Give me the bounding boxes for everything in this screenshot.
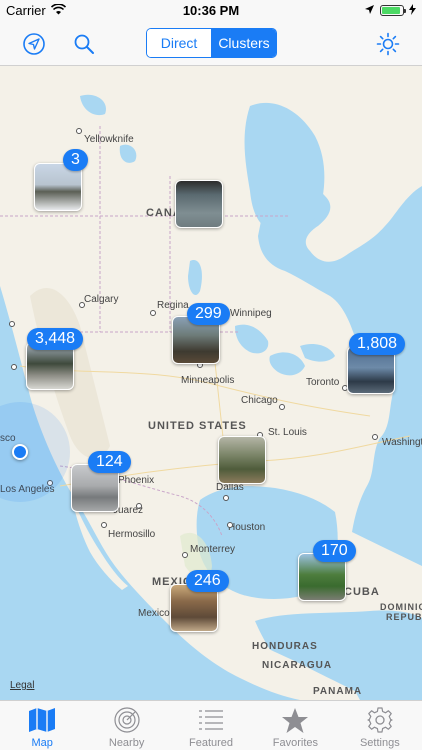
segment-direct[interactable]: Direct bbox=[147, 29, 211, 57]
user-location-dot[interactable] bbox=[12, 444, 28, 460]
city-label-regina: Regina bbox=[157, 300, 189, 311]
city-label-chicago: Chicago bbox=[241, 395, 278, 406]
city-label-mexico-city: Mexico bbox=[138, 608, 170, 619]
tab-bar: Map Nearby Featured Favorites Settings bbox=[0, 700, 422, 750]
gear-icon bbox=[366, 706, 394, 734]
city-dot bbox=[223, 495, 229, 501]
cluster-count-badge[interactable]: 3 bbox=[63, 149, 88, 171]
map-label-nicaragua: NICARAGUA bbox=[262, 660, 333, 671]
map-label-united-states: UNITED STATES bbox=[148, 420, 247, 432]
city-label-phoenix: Phoenix bbox=[118, 475, 155, 486]
city-label-st-louis: St. Louis bbox=[268, 427, 307, 438]
cluster-count-badge[interactable]: 246 bbox=[186, 570, 229, 592]
view-mode-segmented-control: Direct Clusters bbox=[146, 28, 277, 58]
city-label-houston: Houston bbox=[228, 522, 266, 533]
city-label-hermosillo: Hermosillo bbox=[108, 529, 156, 540]
cluster-count-badge[interactable]: 1,808 bbox=[349, 333, 406, 355]
map-view[interactable]: CANADA UNITED STATES MEXICO CUBA DOMINIC… bbox=[0, 66, 422, 700]
city-dot bbox=[279, 404, 285, 410]
webcam-thumbnail[interactable] bbox=[175, 180, 223, 228]
city-label-washington: Washington bbox=[382, 437, 422, 448]
map-label-republic: REPUB bbox=[386, 612, 422, 622]
city-label-winnipeg: Winnipeg bbox=[230, 308, 272, 319]
tab-nearby[interactable]: Nearby bbox=[84, 701, 168, 750]
map-icon bbox=[28, 706, 56, 734]
city-dot bbox=[101, 522, 107, 528]
cluster-count-badge[interactable]: 3,448 bbox=[27, 328, 84, 350]
tab-label: Nearby bbox=[108, 737, 145, 749]
city-label-minneapolis: Minneapolis bbox=[181, 375, 235, 386]
location-arrow-icon bbox=[364, 3, 375, 18]
segment-clusters[interactable]: Clusters bbox=[211, 29, 276, 57]
tab-favorites[interactable]: Favorites bbox=[253, 701, 337, 750]
nav-bar: Direct Clusters bbox=[0, 22, 422, 66]
list-icon bbox=[197, 706, 225, 734]
tab-label: Settings bbox=[359, 737, 400, 749]
status-right bbox=[364, 3, 416, 18]
tab-label: Featured bbox=[189, 737, 234, 749]
map-legal-link[interactable]: Legal bbox=[10, 680, 34, 691]
tab-featured[interactable]: Featured bbox=[169, 701, 253, 750]
city-dot bbox=[150, 310, 156, 316]
city-dot bbox=[11, 364, 17, 370]
battery-icon bbox=[380, 5, 406, 16]
search-icon[interactable] bbox=[72, 32, 96, 56]
city-label-calgary: Calgary bbox=[84, 294, 119, 305]
city-label-toronto: Toronto bbox=[306, 377, 340, 388]
brightness-icon[interactable] bbox=[376, 32, 400, 56]
status-time: 10:36 PM bbox=[182, 3, 240, 18]
locate-me-icon[interactable] bbox=[22, 32, 46, 56]
city-dot bbox=[182, 552, 188, 558]
tab-map[interactable]: Map bbox=[0, 701, 84, 750]
city-label-monterrey: Monterrey bbox=[190, 544, 236, 555]
city-dot bbox=[372, 434, 378, 440]
cluster-count-badge[interactable]: 170 bbox=[313, 540, 356, 562]
charging-icon bbox=[409, 3, 416, 18]
cluster-count-badge[interactable]: 124 bbox=[88, 451, 131, 473]
tab-label: Favorites bbox=[272, 737, 319, 749]
city-dot bbox=[227, 522, 233, 528]
city-dot bbox=[76, 128, 82, 134]
radar-icon bbox=[113, 706, 141, 734]
tab-settings[interactable]: Settings bbox=[338, 701, 422, 750]
map-label-honduras: HONDURAS bbox=[252, 641, 318, 652]
map-label-panama: PANAMA bbox=[313, 686, 363, 697]
star-icon bbox=[281, 706, 309, 734]
city-dot bbox=[9, 321, 15, 327]
map-label-cuba: CUBA bbox=[344, 586, 380, 598]
tab-label: Map bbox=[31, 737, 53, 749]
webcam-thumbnail[interactable] bbox=[218, 436, 266, 484]
map-label-dominican: DOMINICAN bbox=[380, 602, 422, 612]
cluster-count-badge[interactable]: 299 bbox=[187, 303, 230, 325]
city-label-yellowknife: Yellowknife bbox=[84, 134, 134, 145]
status-bar: Carrier 10:36 PM bbox=[0, 0, 422, 22]
